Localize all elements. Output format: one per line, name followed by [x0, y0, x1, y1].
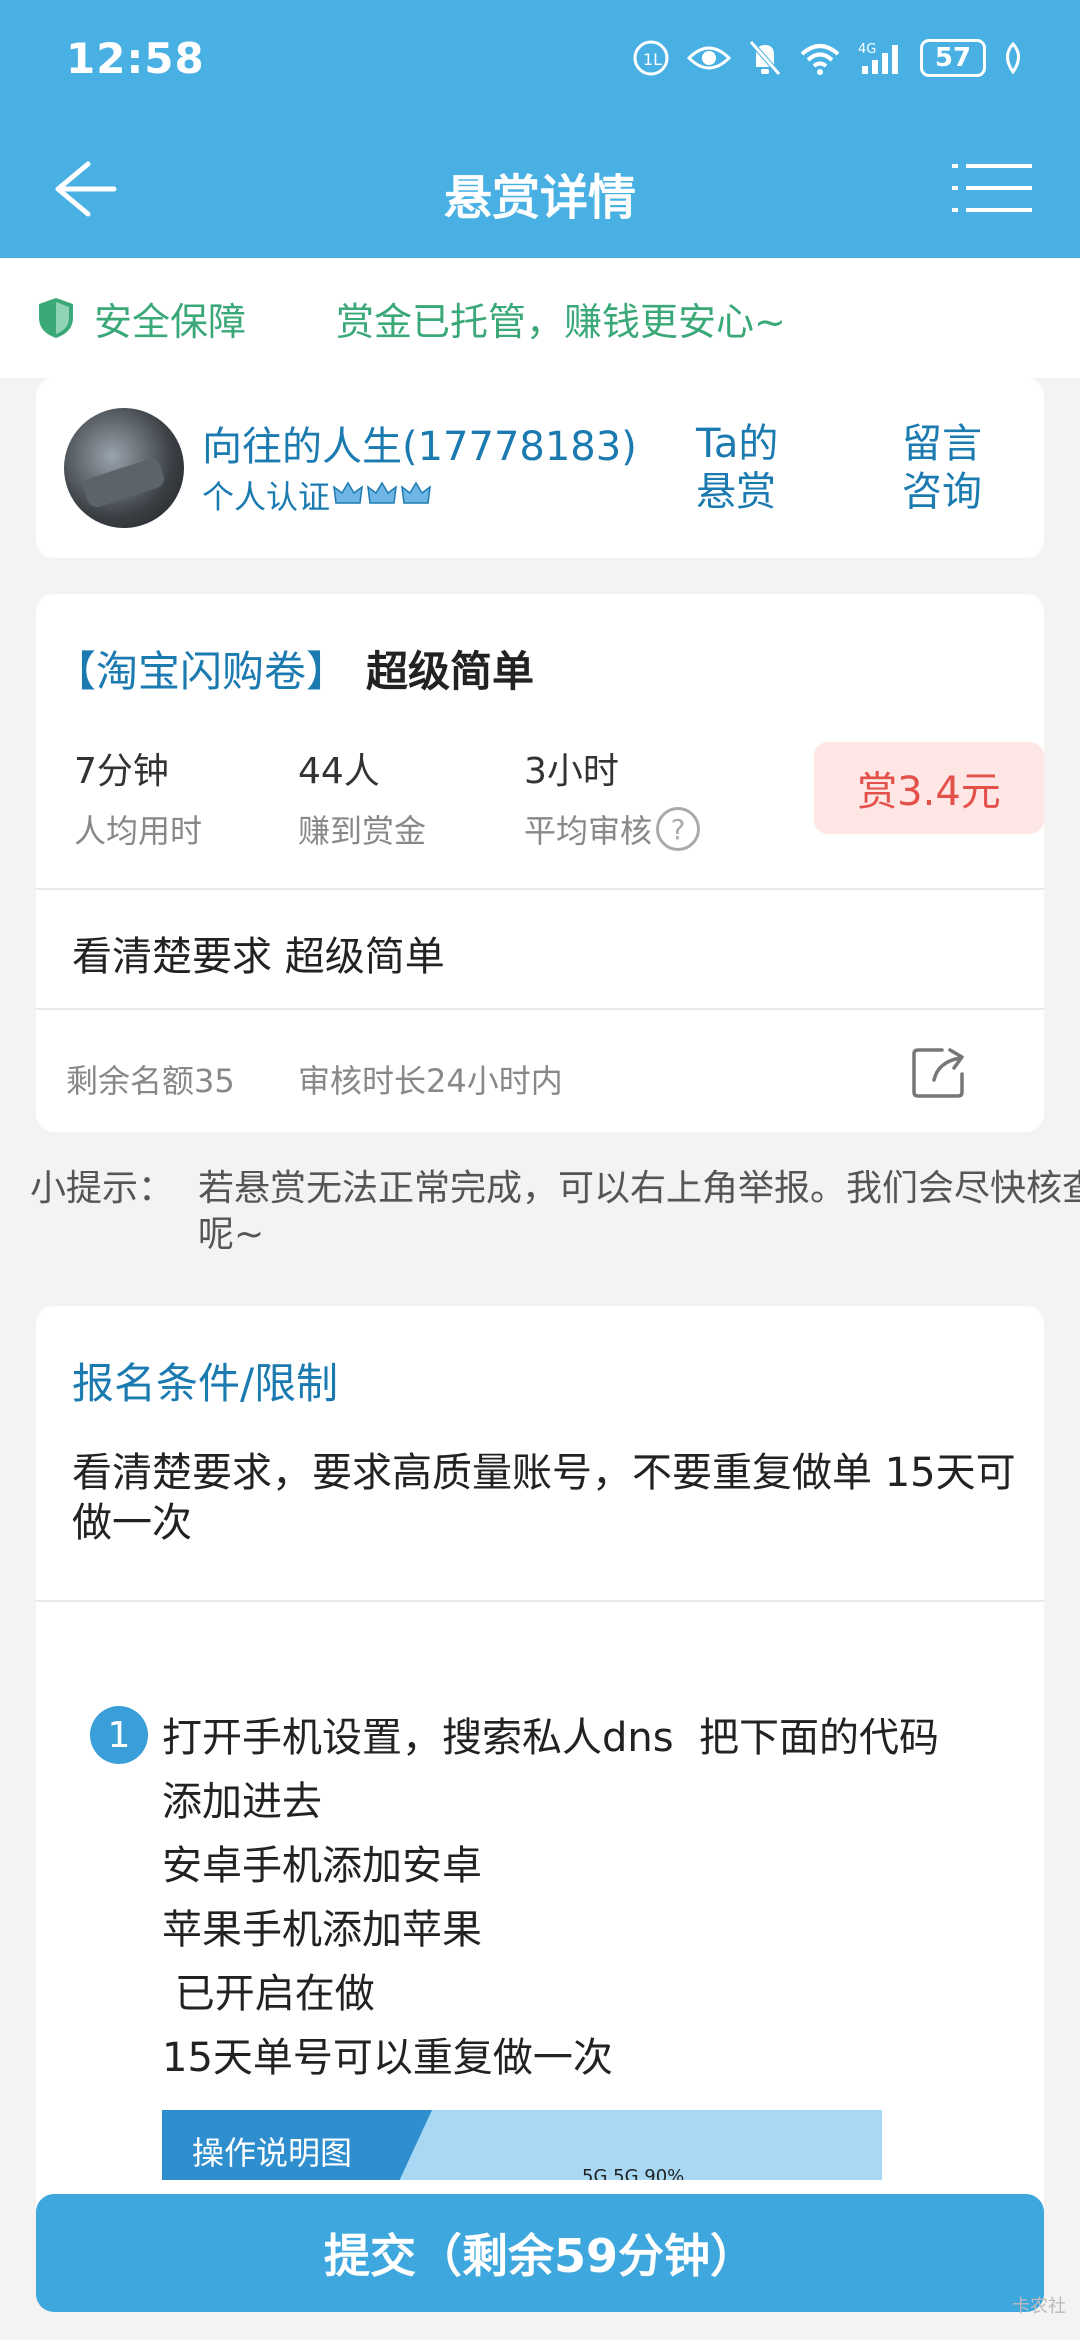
task-tag: 【淘宝闪购卷】: [54, 647, 349, 696]
guide-image-status: 5G 5G 90%: [582, 2166, 685, 2180]
leaf-icon: [1006, 42, 1020, 74]
hd-call-icon: 1L: [633, 40, 669, 76]
stat-avg-time: 7分钟 人均用时: [74, 742, 202, 852]
step-line: 已开启在做: [162, 1971, 375, 2017]
certification-badge: 个人认证: [202, 472, 432, 518]
requirements-card: 报名条件/限制 看清楚要求，要求高质量账号，不要重复做单 15天可做一次 1 打…: [36, 1306, 1044, 2306]
divider: [36, 888, 1044, 890]
stat-label: 人均用时: [74, 812, 203, 850]
requirements-body: 看清楚要求，要求高质量账号，不要重复做单 15天可做一次: [72, 1450, 1016, 1546]
task-description: 看清楚要求 超级简单: [72, 934, 445, 980]
remaining-quota: 剩余名额35: [66, 1062, 235, 1100]
safety-message: 赏金已托管，赚钱更安心~: [336, 299, 786, 344]
guide-image[interactable]: 操作说明图 5G 5G 90%: [162, 2110, 882, 2180]
watermark: 卡农社: [1012, 2296, 1066, 2317]
stat-review: 3小时 平均审核?: [524, 742, 701, 852]
crown-icon: [401, 481, 431, 504]
step-line: 打开手机设置，搜索私人dns 把下面的代码: [162, 1715, 940, 1761]
page-title: 悬赏详情: [443, 170, 636, 226]
divider: [36, 1008, 1044, 1010]
wifi-icon: [800, 44, 840, 75]
submit-button[interactable]: 提交（剩余59分钟）: [36, 2194, 1044, 2312]
safety-label: 安全保障: [94, 299, 247, 344]
reward-badge: 赏3.4元: [814, 742, 1044, 834]
review-duration: 审核时长24小时内: [298, 1062, 563, 1100]
task-card: 【淘宝闪购卷】 超级简单 7分钟 人均用时 44人 赚到赏金 3小时 平均审核?…: [36, 594, 1044, 1132]
shield-check-icon: [39, 298, 73, 338]
certification-label: 个人认证: [202, 478, 331, 516]
stat-earned: 44人 赚到赏金: [298, 742, 426, 852]
tip-label: 小提示：: [30, 1168, 175, 1209]
mute-bell-icon: [749, 40, 781, 76]
step-line: 苹果手机添加苹果: [162, 1907, 482, 1953]
ta-reward-link[interactable]: Ta的悬赏: [696, 420, 806, 516]
step-line: 添加进去: [162, 1779, 322, 1825]
status-icons: 1L 4G 57: [632, 36, 1024, 80]
crown-icon: [333, 481, 363, 504]
stat-label: 平均审核: [524, 812, 653, 850]
status-time: 12:58: [66, 34, 205, 83]
stat-value: 3小时: [524, 751, 619, 792]
task-name: 超级简单: [366, 647, 535, 696]
battery-indicator: 57: [920, 39, 986, 77]
requirements-title: 报名条件/限制: [72, 1359, 339, 1408]
divider: [36, 1600, 1044, 1602]
status-bar: 12:58 1L 4G 57: [0, 0, 1080, 120]
share-icon[interactable]: [912, 1044, 968, 1100]
guide-label: 操作说明图: [162, 2110, 432, 2180]
step-line: 安卓手机添加安卓: [162, 1843, 482, 1889]
help-icon[interactable]: ?: [656, 807, 701, 851]
stat-value: 7分钟: [74, 751, 169, 792]
tip-text: 若悬赏无法正常完成，可以右上角举报。我们会尽快核查呢~: [198, 1168, 1080, 1255]
stat-label: 赚到赏金: [298, 812, 427, 850]
avatar[interactable]: [64, 408, 184, 528]
step-instructions: 打开手机设置，搜索私人dns 把下面的代码 添加进去 安卓手机添加安卓 苹果手机…: [162, 1706, 1042, 2090]
step-number: 1: [90, 1706, 148, 1764]
menu-icon[interactable]: [952, 158, 1032, 218]
svg-text:1L: 1L: [643, 50, 662, 69]
stat-value: 44人: [298, 751, 380, 792]
safety-banner: 安全保障 赏金已托管，赚钱更安心~: [0, 258, 1080, 378]
eye-icon: [686, 46, 732, 70]
signal-icon: 4G: [858, 42, 898, 74]
battery-level: 57: [934, 43, 972, 73]
publisher-card: 向往的人生(17778183) 个人认证 Ta的悬赏 留言咨询: [36, 378, 1044, 558]
nav-bar: 悬赏详情: [0, 120, 1080, 258]
consult-link[interactable]: 留言咨询: [902, 420, 1012, 516]
step-line: 15天单号可以重复做一次: [162, 2035, 613, 2081]
publisher-name[interactable]: 向往的人生(17778183): [202, 414, 637, 472]
svg-text:4G: 4G: [858, 42, 876, 57]
crown-icon: [367, 481, 397, 504]
